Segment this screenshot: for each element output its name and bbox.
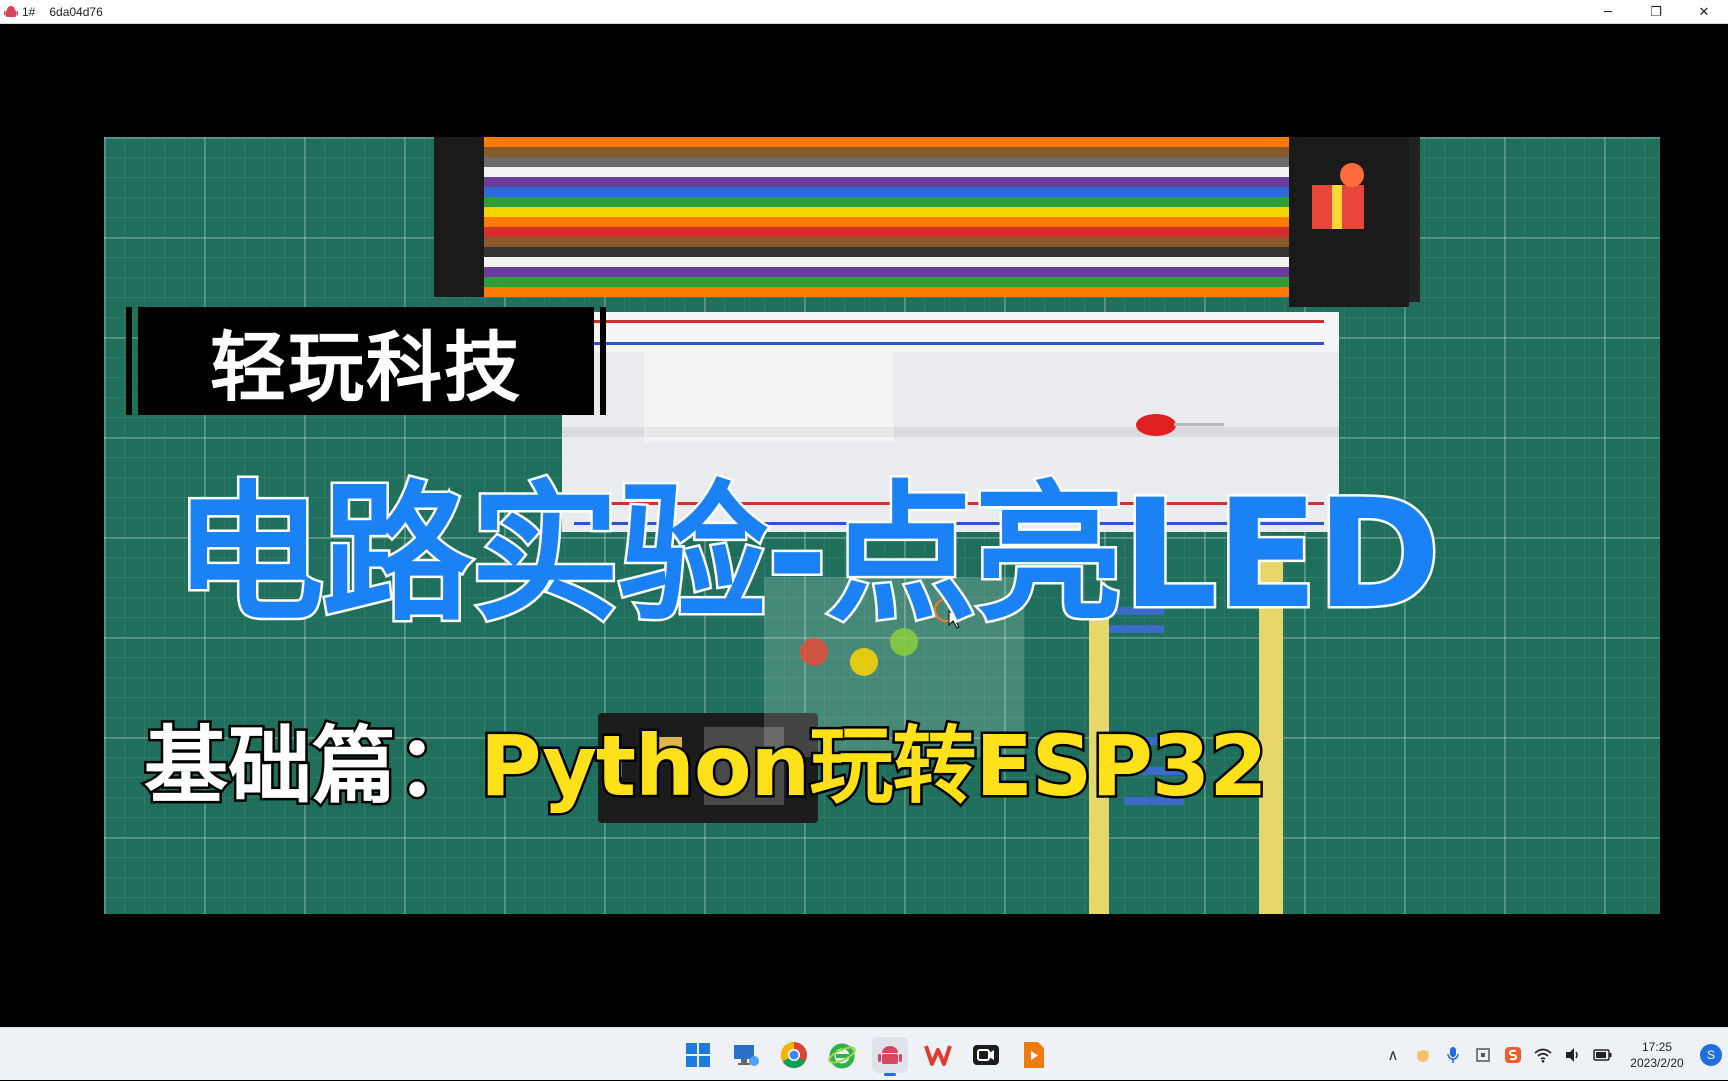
system-tray: ∧ 17:25 2023/2/20 S	[1378, 1028, 1728, 1081]
android-icon	[4, 5, 18, 17]
microphone-icon[interactable]	[1438, 1040, 1468, 1070]
tray-chevron-icon[interactable]: ∧	[1378, 1040, 1408, 1070]
restore-button[interactable]: ❐	[1632, 0, 1680, 24]
close-button[interactable]: ✕	[1680, 0, 1728, 24]
sogou-input-icon[interactable]	[1498, 1040, 1528, 1070]
clock[interactable]: 17:25 2023/2/20	[1618, 1039, 1696, 1071]
android-icon[interactable]	[872, 1037, 908, 1076]
window-controls: ─ ❐ ✕	[1584, 0, 1728, 24]
channel-badge-text: 轻玩科技	[210, 323, 522, 412]
volume-icon[interactable]	[1558, 1040, 1588, 1070]
ie-icon[interactable]	[824, 1037, 860, 1073]
window-title-bar[interactable]: 1# 6da04d76 ─ ❐ ✕	[0, 0, 1728, 24]
subline-main: Python玩转ESP32	[478, 715, 1271, 818]
battery-icon[interactable]	[1588, 1040, 1618, 1070]
player-icon[interactable]	[1016, 1037, 1052, 1073]
clock-date: 2023/2/20	[1630, 1055, 1684, 1070]
wifi-icon[interactable]	[1528, 1040, 1558, 1070]
video-stage[interactable]: 轻玩科技 电路实验-点亮LED 基础篇：Python玩转ESP32	[0, 24, 1728, 1027]
channel-badge: 轻玩科技	[126, 307, 606, 415]
video-subline: 基础篇：Python玩转ESP32	[141, 699, 1271, 820]
taskbar: ∧ 17:25 2023/2/20 S	[0, 1027, 1728, 1080]
video-headline: 电路实验-点亮LED	[172, 466, 1444, 645]
video-recorder-icon[interactable]	[968, 1037, 1004, 1073]
taskbar-pinned-apps	[680, 1037, 1052, 1076]
window-index: 1#	[22, 4, 36, 19]
wps-icon[interactable]	[920, 1037, 956, 1073]
start-icon[interactable]	[680, 1037, 716, 1073]
clock-time: 17:25	[1641, 1039, 1673, 1054]
network-adapter-icon[interactable]	[1468, 1040, 1498, 1070]
remote-desktop-icon[interactable]	[728, 1037, 764, 1073]
chrome-icon[interactable]	[776, 1037, 812, 1073]
jumper-wires-image	[434, 137, 1420, 307]
video-frame[interactable]: 轻玩科技 电路实验-点亮LED 基础篇：Python玩转ESP32	[104, 137, 1660, 914]
window-title: 6da04d76	[49, 4, 103, 19]
subline-prefix: 基础篇：	[141, 715, 482, 818]
cat-icon[interactable]	[1408, 1040, 1438, 1070]
notification-badge[interactable]: S	[1700, 1043, 1722, 1066]
minimize-button[interactable]: ─	[1584, 0, 1632, 24]
